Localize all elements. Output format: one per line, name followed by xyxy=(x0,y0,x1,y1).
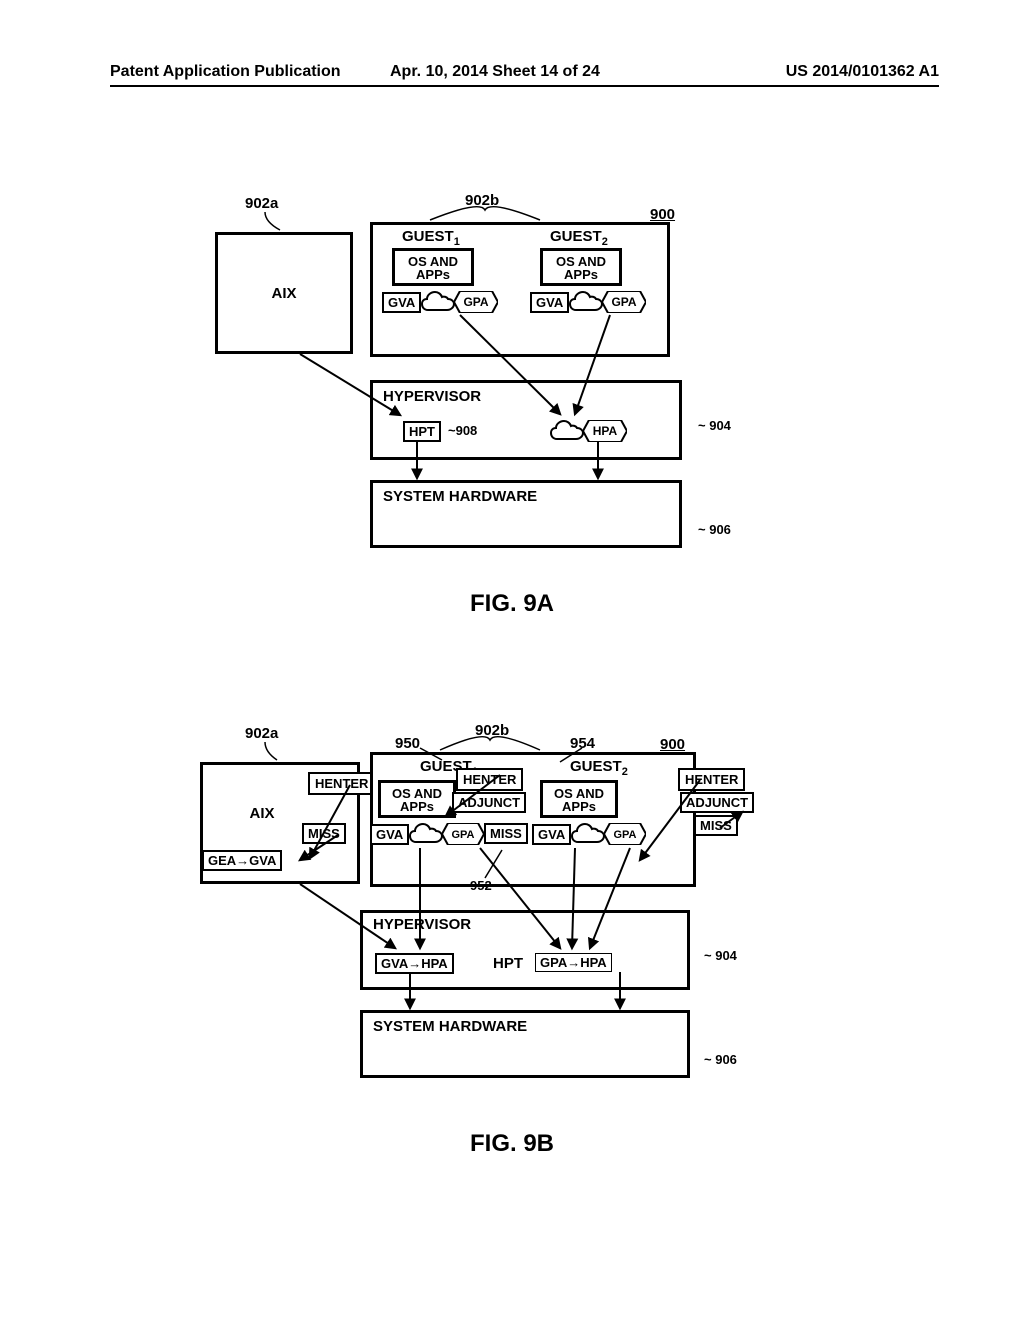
ref-906: ~ 906 xyxy=(698,522,731,537)
fig9a-caption: FIG. 9A xyxy=(0,590,1024,618)
guest1-gpa: GPA xyxy=(454,291,498,313)
gpa-hpa-tag: GPA→HPA xyxy=(535,953,612,972)
header-rule: Patent Application Publication Apr. 10, … xyxy=(110,85,939,117)
fig9b-caption: FIG. 9B xyxy=(0,1130,1024,1158)
cloud-icon xyxy=(420,290,456,316)
ref-902a-b: 902a xyxy=(245,725,278,742)
syshw-label-b: SYSTEM HARDWARE xyxy=(373,1018,527,1035)
header-center: Apr. 10, 2014 Sheet 14 of 24 xyxy=(390,63,600,81)
cloud-icon xyxy=(570,822,606,848)
ref-902a: 902a xyxy=(245,195,278,212)
page: Patent Application Publication Apr. 10, … xyxy=(0,0,1024,1320)
guest1-gva: GVA xyxy=(382,292,421,313)
syshw-b: SYSTEM HARDWARE xyxy=(360,1010,690,1078)
header-right: US 2014/0101362 A1 xyxy=(786,63,939,81)
gva-g2: GVA xyxy=(532,824,571,845)
henter-aix: HENTER xyxy=(308,772,375,795)
svg-text:GPA: GPA xyxy=(451,829,474,841)
hpt-b: HPT xyxy=(493,955,523,972)
gpa-g2: GPA xyxy=(604,823,646,845)
ref-904-b: ~ 904 xyxy=(704,948,737,963)
cloud-icon xyxy=(408,822,444,848)
adjunct-g1: ADJUNCT xyxy=(452,792,526,813)
ref-902b-b: 902b xyxy=(475,722,509,739)
aix-box: AIX xyxy=(215,232,353,354)
miss-g2: MISS xyxy=(694,815,738,836)
aix-label: AIX xyxy=(218,285,350,302)
guest1-os2: APPs xyxy=(395,267,471,282)
figure-9a: 902a 902b 900 AIX GUEST1 OS AND APPs GVA… xyxy=(0,170,1024,630)
aix-label-b: AIX xyxy=(185,805,339,822)
henter-g2: HENTER xyxy=(678,768,745,791)
hpt-tag: HPT xyxy=(403,421,441,442)
guest2-gpa: GPA xyxy=(602,291,646,313)
syshw-box: SYSTEM HARDWARE xyxy=(370,480,682,548)
adjunct-g2: ADJUNCT xyxy=(680,792,754,813)
ref-900-b: 900 xyxy=(660,736,685,753)
hypervisor-b: HYPERVISOR GVA→HPA HPT GPA→HPA xyxy=(360,910,690,990)
hypervisor-label: HYPERVISOR xyxy=(383,388,481,405)
svg-text:GPA: GPA xyxy=(613,829,636,841)
gea-gva: GEA→GVA xyxy=(202,850,282,871)
guest2-gva: GVA xyxy=(530,292,569,313)
cloud-icon xyxy=(568,290,604,316)
ref-950: 950 xyxy=(395,735,420,752)
ref-954: 954 xyxy=(570,735,595,752)
svg-text:GPA: GPA xyxy=(611,295,636,309)
ref-902b: 902b xyxy=(465,192,499,209)
guest1-title: GUEST1 xyxy=(402,228,460,248)
henter-g1: HENTER xyxy=(456,768,523,791)
figure-9b: 902a 950 902b 954 900 AIX HENTER MISS GE… xyxy=(0,700,1024,1170)
miss-aix: MISS xyxy=(302,823,346,844)
cloud-icon xyxy=(549,419,585,445)
guest2-title: GUEST2 xyxy=(550,228,608,248)
ref-906-b: ~ 906 xyxy=(704,1052,737,1067)
ref-952: 952 xyxy=(470,878,492,893)
gva-g1: GVA xyxy=(370,824,409,845)
hpa-hex: HPA xyxy=(583,420,627,442)
ref-900: 900 xyxy=(650,206,675,223)
header-left: Patent Application Publication xyxy=(110,63,341,81)
svg-text:GPA: GPA xyxy=(463,295,488,309)
gpa-g1: GPA xyxy=(442,823,484,845)
guest-region-b xyxy=(370,752,696,887)
hypervisor-box: HYPERVISOR HPT HPA xyxy=(370,380,682,460)
guest2b-title: GUEST2 xyxy=(570,758,628,778)
ref-904: ~ 904 xyxy=(698,418,731,433)
ref-908: ~908 xyxy=(448,423,477,438)
syshw-label: SYSTEM HARDWARE xyxy=(383,488,537,505)
hyp-label-b: HYPERVISOR xyxy=(373,916,471,933)
miss-g1: MISS xyxy=(484,823,528,844)
svg-text:HPA: HPA xyxy=(593,424,618,438)
guest2-os2: APPs xyxy=(543,267,619,282)
gva-hpa-tag: GVA→HPA xyxy=(375,953,454,974)
